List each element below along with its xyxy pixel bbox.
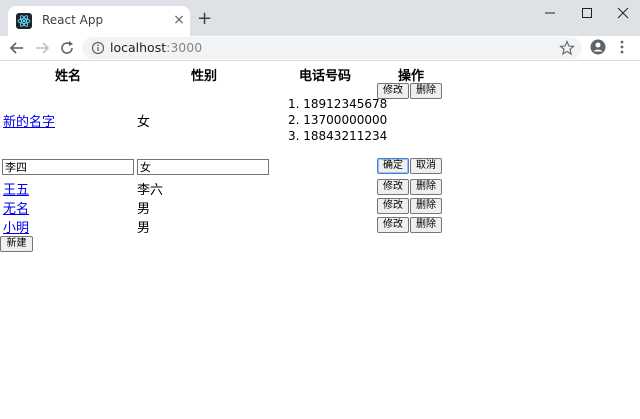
forward-arrow-icon[interactable] (32, 38, 52, 58)
reload-icon[interactable] (57, 38, 77, 58)
profile-avatar-icon[interactable] (590, 39, 606, 55)
tab-title: React App (42, 13, 104, 27)
new-button[interactable]: 新建 (0, 236, 33, 252)
row-gender: 李六 (137, 183, 164, 198)
new-tab-icon[interactable]: + (197, 10, 212, 28)
bookmark-star-icon[interactable] (559, 40, 575, 56)
kebab-menu-icon[interactable] (617, 39, 627, 55)
maximize-icon[interactable] (573, 3, 601, 23)
name-input[interactable] (2, 159, 134, 175)
edit-button[interactable]: 修改 (377, 83, 409, 99)
phone-list: 1. 18912345678 2. 13700000000 3. 1884321… (288, 96, 387, 144)
url-host: localhost (110, 40, 167, 55)
header-gender: 性别 (190, 69, 217, 84)
browser-tab[interactable]: React App × (8, 6, 190, 36)
tab-close-icon[interactable]: × (172, 13, 186, 27)
row-name-link[interactable]: 新的名字 (3, 111, 55, 130)
gender-input[interactable] (137, 159, 269, 175)
minimize-icon[interactable] (536, 3, 564, 23)
header-ops: 操作 (397, 69, 424, 84)
page-content: 姓名 性别 电话号码 操作 新的名字 女 1. 18912345678 2. 1… (0, 62, 640, 419)
phone-item: 3. 18843211234 (288, 129, 388, 143)
edit-button[interactable]: 修改 (377, 179, 409, 195)
delete-button[interactable]: 删除 (410, 83, 442, 99)
url-port: :3000 (166, 40, 203, 55)
react-logo-icon (16, 13, 32, 29)
browser-tabbar: React App × + (0, 0, 640, 36)
url-text: localhost:3000 (110, 40, 202, 55)
edit-button[interactable]: 修改 (377, 198, 409, 214)
header-name: 姓名 (54, 69, 81, 84)
header-phone: 电话号码 (298, 69, 351, 84)
delete-button[interactable]: 删除 (410, 179, 442, 195)
edit-button[interactable]: 修改 (377, 217, 409, 233)
row-gender: 女 (137, 115, 151, 130)
window-close-icon[interactable] (609, 3, 637, 23)
confirm-button[interactable]: 确定 (377, 158, 409, 174)
cancel-button[interactable]: 取消 (410, 158, 442, 174)
phone-item: 1. 18912345678 (288, 97, 388, 111)
row-gender: 男 (137, 202, 151, 217)
row-name-link[interactable]: 小明 (3, 217, 29, 236)
row-gender: 男 (137, 221, 151, 236)
delete-button[interactable]: 删除 (410, 198, 442, 214)
address-bar[interactable]: localhost:3000 (82, 37, 582, 59)
row-name-link[interactable]: 无名 (3, 198, 29, 217)
delete-button[interactable]: 删除 (410, 217, 442, 233)
browser-toolbar: localhost:3000 (0, 36, 640, 61)
info-icon[interactable] (91, 41, 105, 55)
back-arrow-icon[interactable] (7, 38, 27, 58)
row-name-link[interactable]: 王五 (3, 179, 29, 198)
phone-item: 2. 13700000000 (288, 113, 388, 127)
